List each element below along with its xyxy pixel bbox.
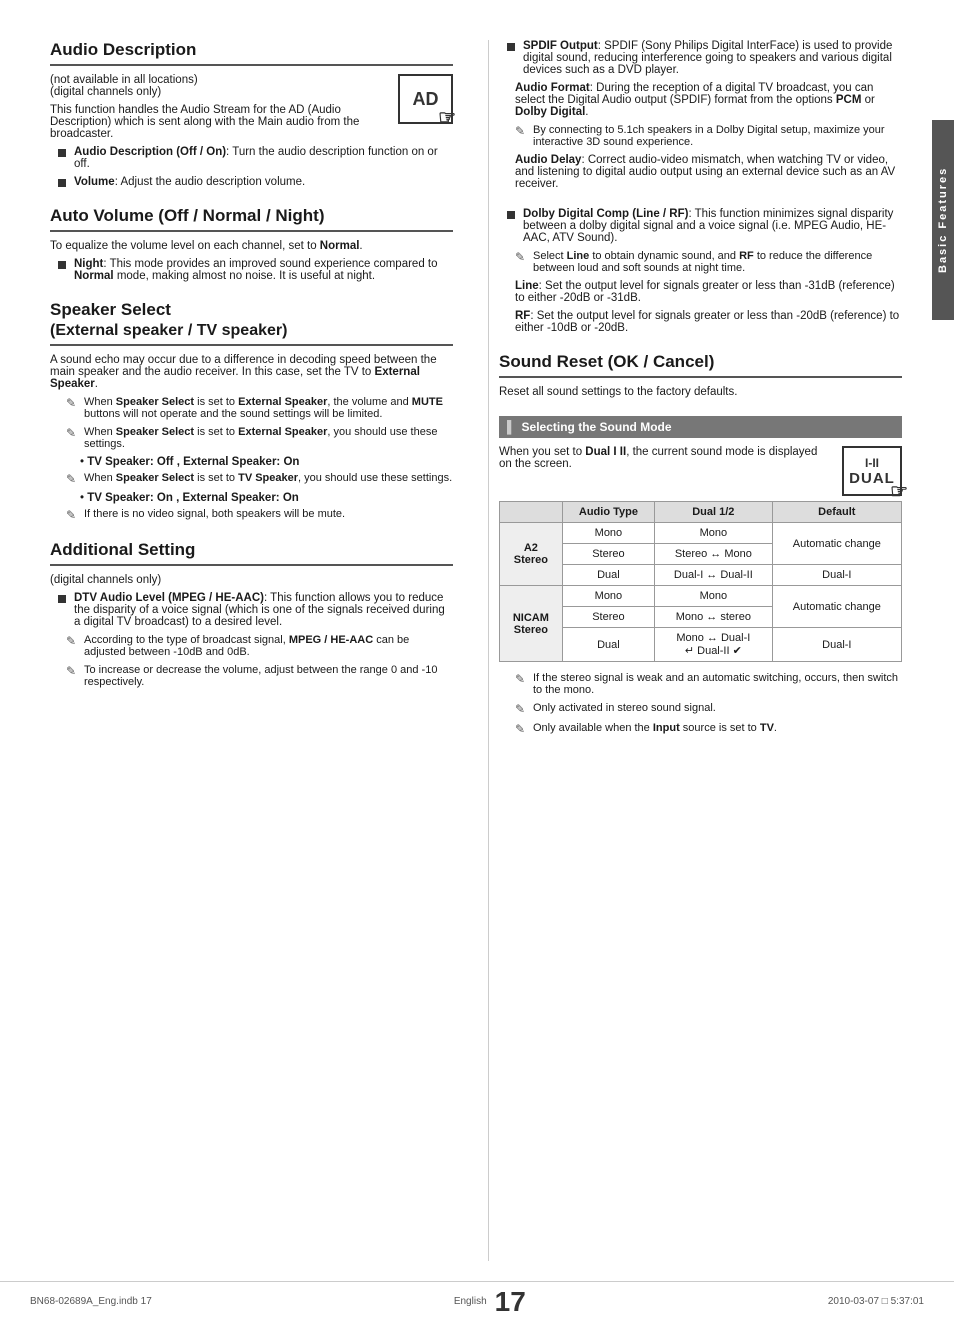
table-cell-nicam-dual-type: Dual [562,628,654,662]
chapter-tab: Basic Features [932,120,954,320]
selecting-sound-mode-section: Selecting the Sound Mode I-II DUAL ☞ Whe… [499,416,902,736]
spdif-note-1: ✎ By connecting to 5.1ch speakers in a D… [499,124,902,148]
additional-setting-heading: Additional Setting [50,540,453,566]
table-cell-mono-type: Mono [562,523,654,544]
main-content: Audio Description AD ☞ (not available in… [0,0,932,1321]
note-pencil-icon: ✎ [515,250,529,264]
bullet-square [58,149,66,157]
sound-mode-table: Audio Type Dual 1/2 Default A2Stereo Mon… [499,501,902,662]
note-pencil-icon: ✎ [66,396,80,410]
note-pencil-icon: ✎ [66,472,80,486]
speaker-sub-1: TV Speaker: Off , External Speaker: On [50,456,453,468]
speaker-note-4: ✎ If there is no video signal, both spea… [50,508,453,522]
right-column: SPDIF Output: SPDIF (Sony Philips Digita… [488,40,902,1261]
table-cell-nicam-stereo-dual: Mono ↔ stereo [655,607,773,628]
left-column: Audio Description AD ☞ (not available in… [50,40,468,1261]
additional-note-2: ✎ To increase or decrease the volume, ad… [50,664,453,688]
table-cell-nicam-dual-dual: Mono ↔ Dual-I↵ Dual-II ✔ [655,628,773,662]
table-header-dual: Dual 1/2 [655,502,773,523]
footer-note-3: ✎ Only available when the Input source i… [499,722,902,736]
table-header-audio-type: Audio Type [562,502,654,523]
page-number-area: English 17 [454,1286,526,1318]
hand-icon: ☞ [438,105,456,130]
ad-icon: AD ☞ [398,74,453,124]
audio-description-intro: (not available in all locations)(digital… [50,74,453,140]
table-cell-nicam-auto: Automatic change [772,586,901,628]
table-cell-mono-dual: Mono [655,523,773,544]
table-cell-nicam-stereo-type: Stereo [562,607,654,628]
audio-desc-item-2: Volume: Adjust the audio description vol… [50,176,453,188]
spdif-item: SPDIF Output: SPDIF (Sony Philips Digita… [499,40,902,76]
note-pencil-icon: ✎ [515,722,529,736]
language-label: English [454,1296,487,1307]
table-cell-nicam-mono-type: Mono [562,586,654,607]
note-pencil-icon: ✎ [66,508,80,522]
footer-note-1: ✎ If the stereo signal is weak and an au… [499,672,902,696]
dolby-digital-section: Dolby Digital Comp (Line / RF): This fun… [499,208,902,334]
table-cell-nicam: NICAMStereo [500,586,563,662]
bullet-square [507,211,515,219]
audio-description-section: Audio Description AD ☞ (not available in… [50,40,453,188]
speaker-note-2: ✎ When Speaker Select is set to External… [50,426,453,450]
additional-item-1: DTV Audio Level (MPEG / HE-AAC): This fu… [50,592,453,628]
file-info: BN68-02689A_Eng.indb 17 [30,1296,152,1307]
speaker-select-heading: Speaker Select(External speaker / TV spe… [50,300,453,346]
table-cell-dual-dual: Dual-I ↔ Dual-II [655,565,773,586]
dolby-note-1: ✎ Select Line to obtain dynamic sound, a… [499,250,902,274]
footer-bar: BN68-02689A_Eng.indb 17 English 17 2010-… [0,1281,954,1321]
bullet-square [58,261,66,269]
table-cell-dual-i: Dual-I [772,565,901,586]
dolby-item: Dolby Digital Comp (Line / RF): This fun… [499,208,902,244]
dual-icon: I-II DUAL ☞ [842,446,902,496]
note-pencil-icon: ✎ [66,664,80,678]
table-cell-nicam-dual-i: Dual-I [772,628,901,662]
sound-reset-heading: Sound Reset (OK / Cancel) [499,352,902,378]
spdif-section: SPDIF Output: SPDIF (Sony Philips Digita… [499,40,902,190]
note-pencil-icon: ✎ [66,426,80,440]
hand-icon: ☞ [890,479,908,504]
table-row: A2Stereo Mono Mono Automatic change [500,523,902,544]
note-pencil-icon: ✎ [515,672,529,686]
bullet-square [58,595,66,603]
sound-reset-section: Sound Reset (OK / Cancel) Reset all soun… [499,352,902,398]
bullet-square [58,179,66,187]
bullet-square [507,43,515,51]
note-pencil-icon: ✎ [515,124,529,138]
selecting-header: Selecting the Sound Mode [499,416,902,438]
date-info: 2010-03-07 □ 5:37:01 [828,1296,924,1307]
table-cell-stereo-type: Stereo [562,544,654,565]
table-cell-automatic: Automatic change [772,523,901,565]
auto-volume-heading: Auto Volume (Off / Normal / Night) [50,206,453,232]
speaker-note-3: ✎ When Speaker Select is set to TV Speak… [50,472,453,486]
speaker-note-1: ✎ When Speaker Select is set to External… [50,396,453,420]
speaker-select-section: Speaker Select(External speaker / TV spe… [50,300,453,522]
additional-note-1: ✎ According to the type of broadcast sig… [50,634,453,658]
audio-desc-item-1: Audio Description (Off / On): Turn the a… [50,146,453,170]
table-cell-stereo-dual: Stereo ↔ Mono [655,544,773,565]
table-cell-dual-type: Dual [562,565,654,586]
note-pencil-icon: ✎ [515,702,529,716]
additional-setting-section: Additional Setting (digital channels onl… [50,540,453,688]
audio-description-heading: Audio Description [50,40,453,66]
note-pencil-icon: ✎ [66,634,80,648]
footer-note-2: ✎ Only activated in stereo sound signal. [499,702,902,716]
page-number: 17 [495,1286,526,1318]
auto-volume-item-1: Night: This mode provides an improved so… [50,258,453,282]
speaker-sub-2: TV Speaker: On , External Speaker: On [50,492,453,504]
table-row: NICAMStereo Mono Mono Automatic change [500,586,902,607]
page-wrapper: Basic Features Audio Description AD ☞ (n… [0,0,954,1321]
table-cell-nicam-mono-dual: Mono [655,586,773,607]
table-header-default: Default [772,502,901,523]
table-cell-a2stereo: A2Stereo [500,523,563,586]
table-header-group [500,502,563,523]
auto-volume-section: Auto Volume (Off / Normal / Night) To eq… [50,206,453,282]
